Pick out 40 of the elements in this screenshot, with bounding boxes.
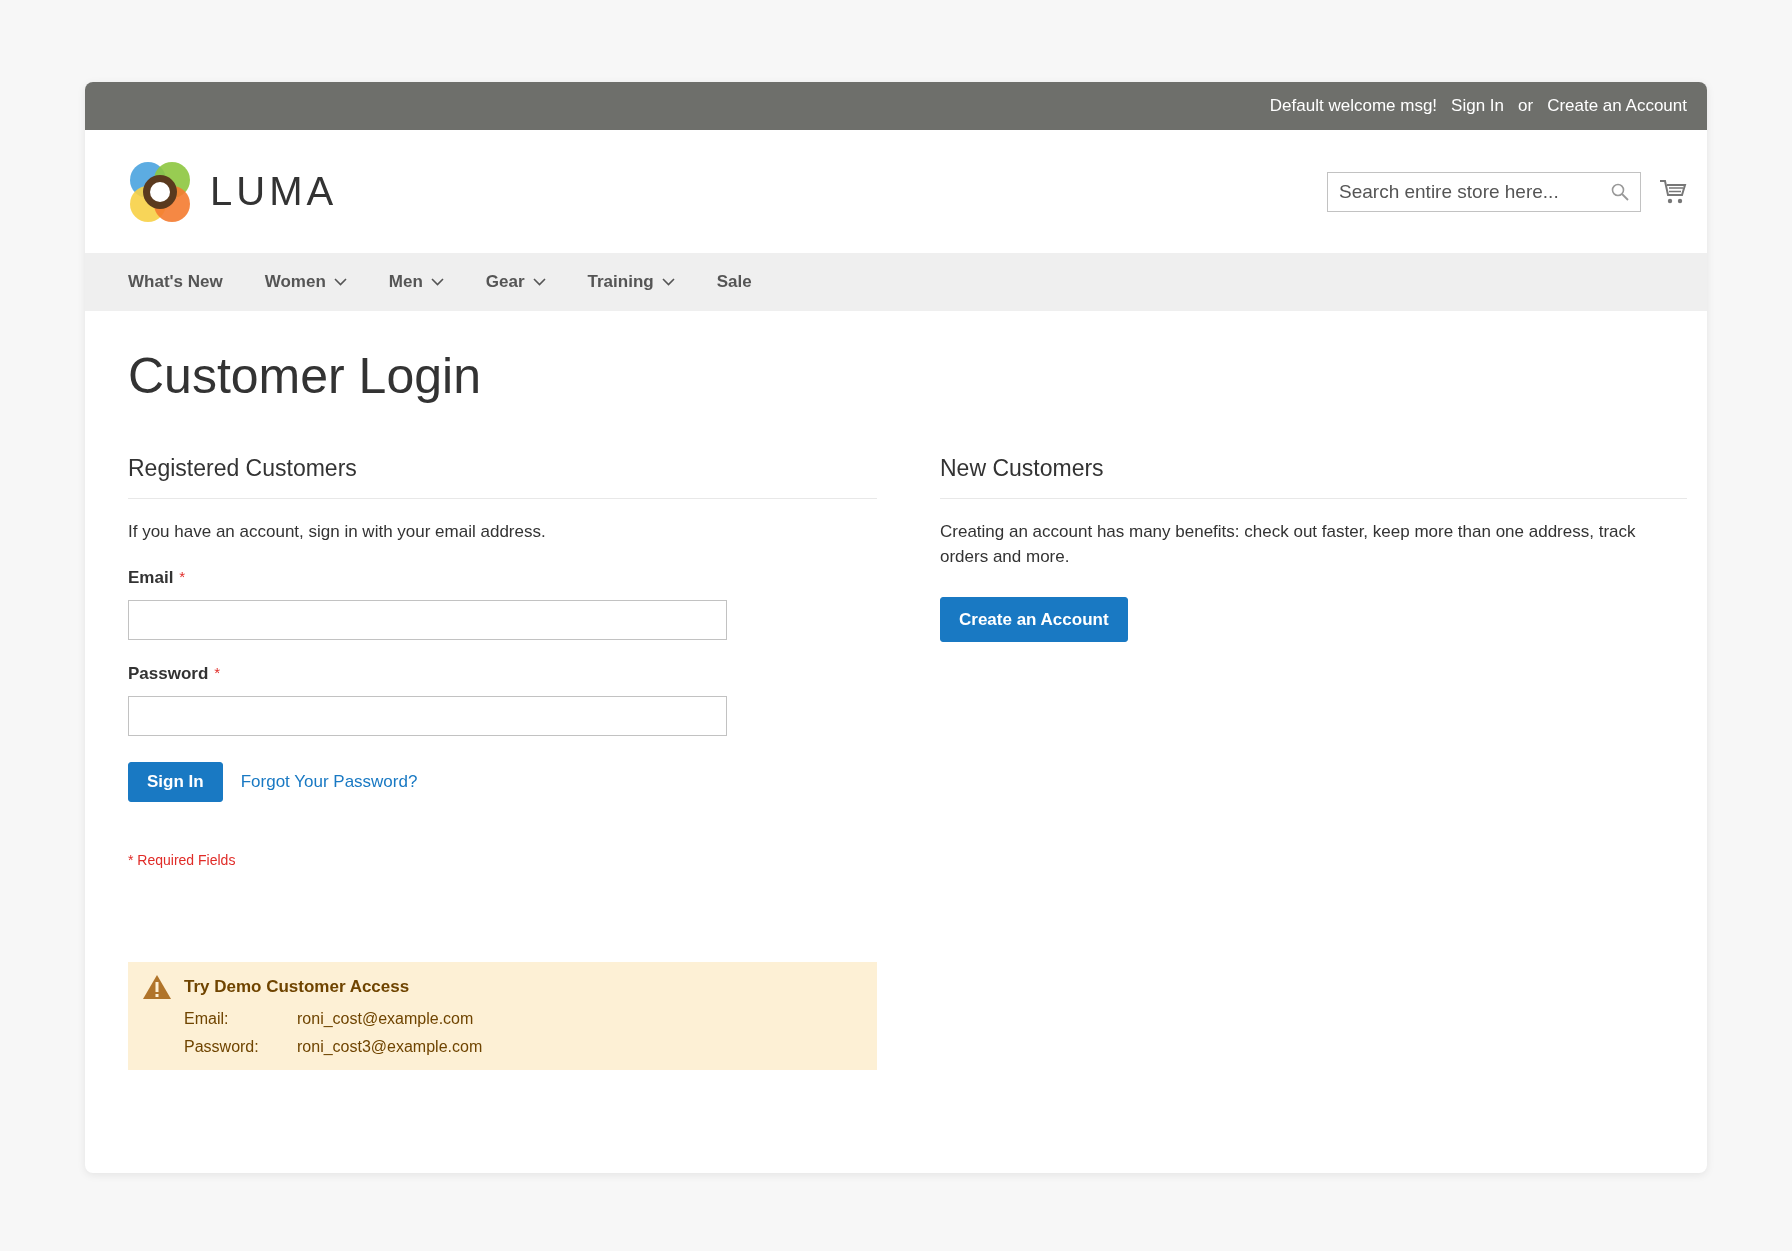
create-account-button[interactable]: Create an Account [940, 597, 1128, 642]
logo-text[interactable]: LUMA [210, 169, 338, 214]
search-icon [1611, 182, 1629, 201]
top-link[interactable]: Sign In [1451, 96, 1504, 116]
demo-value: roni_cost3@example.com [297, 1038, 484, 1056]
page-title: Customer Login [128, 347, 482, 405]
chevron-down-icon [661, 278, 675, 286]
intro-text: If you have an account, sign in with your email address. [128, 521, 547, 543]
nav-item[interactable]: Gear [485, 272, 546, 292]
cart-icon[interactable] [1659, 178, 1687, 205]
section-heading: Registered Customers [128, 455, 877, 499]
search-field[interactable]: Search entire store here... [1327, 171, 1641, 212]
nav-item[interactable]: What's New [128, 272, 223, 292]
welcome-message: Default welcome msg! [1269, 96, 1438, 116]
required-note: * Required Fields [128, 852, 237, 868]
input-field[interactable] [128, 696, 727, 736]
top-link[interactable]: Create an Account [1547, 96, 1687, 116]
nav-item[interactable]: Men [388, 272, 444, 292]
required-mark: * [179, 568, 186, 587]
demo-label: Email: [184, 1010, 230, 1028]
chevron-down-icon [333, 278, 347, 286]
required-mark: * [214, 664, 221, 683]
demo-label: Password: [184, 1038, 260, 1056]
benefits-text: Creating an account has many benefits: check out faster, keep more than one address, track orders and more. [940, 521, 1637, 568]
chevron-down-icon [430, 278, 444, 286]
logo-icon[interactable] [128, 159, 192, 224]
demo-title: Try Demo Customer Access [184, 976, 411, 998]
forgot-password-link[interactable]: Forgot Your Password? [240, 772, 418, 792]
field-label: Email [128, 568, 174, 588]
chevron-down-icon [532, 278, 546, 286]
input-field[interactable] [128, 600, 727, 640]
nav-item[interactable]: Women [264, 272, 347, 292]
warning-icon [142, 974, 172, 1000]
separator-text: or [1518, 96, 1534, 116]
field-label: Password [128, 664, 209, 684]
demo-value: roni_cost@example.com [297, 1010, 475, 1028]
section-heading: New Customers [940, 455, 1687, 499]
nav-item[interactable]: Training [587, 272, 675, 292]
sign-in-button[interactable]: Sign In [128, 762, 223, 802]
nav-item[interactable]: Sale [716, 272, 752, 292]
